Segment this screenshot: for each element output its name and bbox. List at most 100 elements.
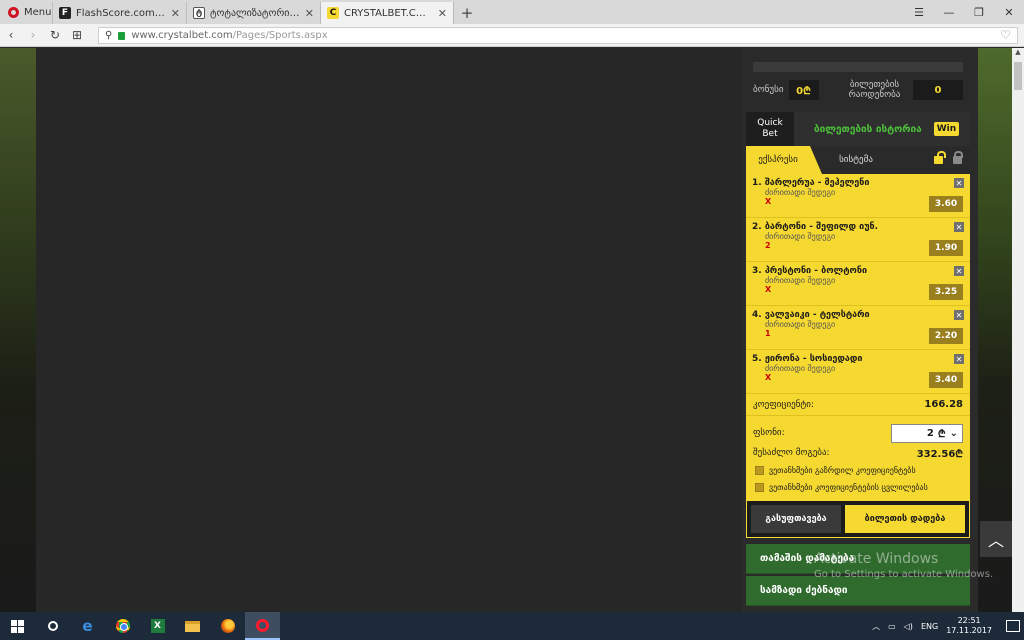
volume-icon[interactable]: ◁) <box>904 622 913 631</box>
edge-taskbar-button[interactable]: e <box>70 612 105 640</box>
opera-logo-icon <box>8 6 19 18</box>
chrome-taskbar-button[interactable] <box>105 612 140 640</box>
bet-odds: 3.40 <box>929 372 963 388</box>
stake-area: ფსონი: 2 ₾ ⌄ შესაძლო მოგება: 332.56₾ ვეთ… <box>746 416 970 500</box>
bet-item: 3. პრესტონი - ბოლტონი ძირითადი შედეგი X … <box>746 262 970 306</box>
close-window-icon[interactable]: ✕ <box>994 0 1024 24</box>
stake-input[interactable]: 2 ₾ ⌄ <box>891 423 963 443</box>
browser-tab-bar: Menu F FlashScore.com: Live Socc ✕ ტ ტოტ… <box>0 0 1024 24</box>
excel-icon: X <box>150 619 165 633</box>
tickets-value: 0 <box>913 80 963 100</box>
bet-title: 3. პრესტონი - ბოლტონი <box>752 266 868 276</box>
network-icon[interactable]: ▭ <box>888 622 896 631</box>
page-scrollbar[interactable]: ▲ <box>1012 48 1024 612</box>
chevron-up-icon[interactable]: ︿ <box>872 621 880 632</box>
clear-button[interactable]: გასუფთავება <box>751 505 841 533</box>
folder-icon <box>185 620 200 632</box>
tab-flashscore[interactable]: F FlashScore.com: Live Socc ✕ <box>52 2 186 24</box>
opera-taskbar-button[interactable] <box>245 612 280 640</box>
window-controls: ☰ — ❐ ✕ <box>904 0 1024 24</box>
option-increased-odds[interactable]: ვეთანხმები გაზრდილ კოეფიციენტებს <box>755 462 963 479</box>
remove-bet-icon[interactable]: ✕ <box>954 222 964 232</box>
search-icon <box>47 621 58 631</box>
new-tab-button[interactable]: + <box>454 2 480 24</box>
restore-icon[interactable]: ❐ <box>964 0 994 24</box>
close-icon[interactable]: ✕ <box>305 7 314 20</box>
option-label: ვეთანხმები კოეფიციენტების ცვლილებას <box>769 483 928 492</box>
stake-value: 2 <box>926 427 934 439</box>
notifications-icon[interactable] <box>1006 620 1020 632</box>
unlock-icon[interactable] <box>934 151 946 164</box>
clock[interactable]: 22:51 17.11.2017 <box>946 616 992 636</box>
place-bet-button[interactable]: ბილეთის დადება <box>845 505 965 533</box>
bet-title: 4. ვალვაიკი - ტელსტარი <box>752 310 870 320</box>
minimize-icon[interactable]: — <box>934 0 964 24</box>
flashscore-icon: F <box>59 7 71 19</box>
reload-icon[interactable]: ↻ <box>44 28 66 42</box>
close-icon[interactable]: ✕ <box>438 7 447 20</box>
explorer-taskbar-button[interactable] <box>175 612 210 640</box>
opera-menu-button[interactable]: Menu <box>0 0 52 24</box>
chevron-down-icon[interactable]: ⌄ <box>950 428 958 439</box>
excel-taskbar-button[interactable]: X <box>140 612 175 640</box>
bonus-row: ბონუსი 0₾ ბილეთების რაოდენობა 0 <box>746 72 970 108</box>
tab-menu-icon[interactable]: ☰ <box>904 0 934 24</box>
remove-bet-icon[interactable]: ✕ <box>954 266 964 276</box>
bet-item: 5. ჟირონა - სოსიედადი ძირითადი შედეგი X … <box>746 350 970 394</box>
checkbox[interactable] <box>755 466 764 475</box>
option-odds-change[interactable]: ვეთანხმები კოეფიციენტების ცვლილებას <box>755 479 963 496</box>
bet-list: 1. შარლერუა - მეჰელენი ძირითადი შედეგი X… <box>746 174 970 394</box>
heart-icon[interactable]: ♡ <box>1000 28 1011 42</box>
stake-label: ფსონი: <box>753 428 785 438</box>
background-left <box>0 48 36 612</box>
tab-totalizator[interactable]: ტ ტოტალიზატორი -> თი ✕ <box>186 2 320 24</box>
search-button[interactable] <box>35 612 70 640</box>
url-path: /Pages/Sports.aspx <box>232 30 328 41</box>
site-info-icon[interactable]: ⚲ <box>105 30 112 41</box>
search-button[interactable]: სამზადი ძებნადი <box>746 576 970 606</box>
tab-label: CRYSTALBET.COM - ონლა <box>344 7 433 19</box>
bet-item: 4. ვალვაიკი - ტელსტარი ძირითადი შედეგი 1… <box>746 306 970 350</box>
edge-icon: e <box>82 617 93 635</box>
option-label: ვეთანხმები გაზრდილ კოეფიციენტებს <box>769 466 916 475</box>
tab-crystalbet[interactable]: C CRYSTALBET.COM - ონლა ✕ <box>320 2 454 24</box>
url-field[interactable]: ⚲ www.crystalbet.com/Pages/Sports.aspx ♡ <box>98 27 1018 44</box>
forward-icon[interactable]: › <box>22 28 44 42</box>
crystalbet-icon: C <box>327 7 339 19</box>
lock-icon <box>118 31 126 40</box>
payout-value: 332.56₾ <box>916 449 963 460</box>
firefox-icon <box>220 619 235 633</box>
stake-row: ფსონი: 2 ₾ ⌄ <box>753 422 963 444</box>
remove-bet-icon[interactable]: ✕ <box>954 354 964 364</box>
remove-bet-icon[interactable]: ✕ <box>954 178 964 188</box>
address-bar: ‹ › ↻ ⊞ ⚲ www.crystalbet.com/Pages/Sport… <box>0 24 1024 47</box>
bet-odds: 3.60 <box>929 196 963 212</box>
totalizator-icon: ტ <box>193 7 205 19</box>
quickbet-row: Quick Bet ბილეთების ისტორია Win <box>746 112 970 146</box>
top-strip <box>753 62 963 72</box>
scroll-thumb[interactable] <box>1014 62 1022 90</box>
scroll-up-icon[interactable]: ▲ <box>1012 48 1024 60</box>
close-icon[interactable]: ✕ <box>171 7 180 20</box>
checkbox[interactable] <box>755 483 764 492</box>
firefox-taskbar-button[interactable] <box>210 612 245 640</box>
coef-value: 166.28 <box>924 399 963 410</box>
ticket-history-button[interactable]: ბილეთების ისტორია Win <box>794 112 970 146</box>
back-icon[interactable]: ‹ <box>0 28 22 42</box>
system-tray: ︿ ▭ ◁) ENG 22:51 17.11.2017 <box>872 616 1024 636</box>
remove-bet-icon[interactable]: ✕ <box>954 310 964 320</box>
language-indicator[interactable]: ENG <box>921 622 938 631</box>
win-badge: Win <box>933 122 960 136</box>
start-button[interactable] <box>0 612 35 640</box>
tab-label: FlashScore.com: Live Socc <box>76 7 166 19</box>
tab-system[interactable]: სისტემა <box>824 155 888 165</box>
bet-title: 1. შარლერუა - მეჰელენი <box>752 178 870 188</box>
tab-express[interactable]: ექსპრესი <box>746 146 822 174</box>
main-content-area <box>36 48 742 612</box>
total-coefficient-row: კოეფიციენტი: 166.28 <box>746 394 970 416</box>
windows-taskbar: e X ︿ ▭ ◁) ENG 22:51 17.11.2017 <box>0 612 1024 640</box>
quick-bet-button[interactable]: Quick Bet <box>746 112 794 146</box>
lock-icon[interactable] <box>953 151 963 164</box>
bet-title: 5. ჟირონა - სოსიედადი <box>752 354 863 364</box>
speed-dial-icon[interactable]: ⊞ <box>66 28 88 42</box>
